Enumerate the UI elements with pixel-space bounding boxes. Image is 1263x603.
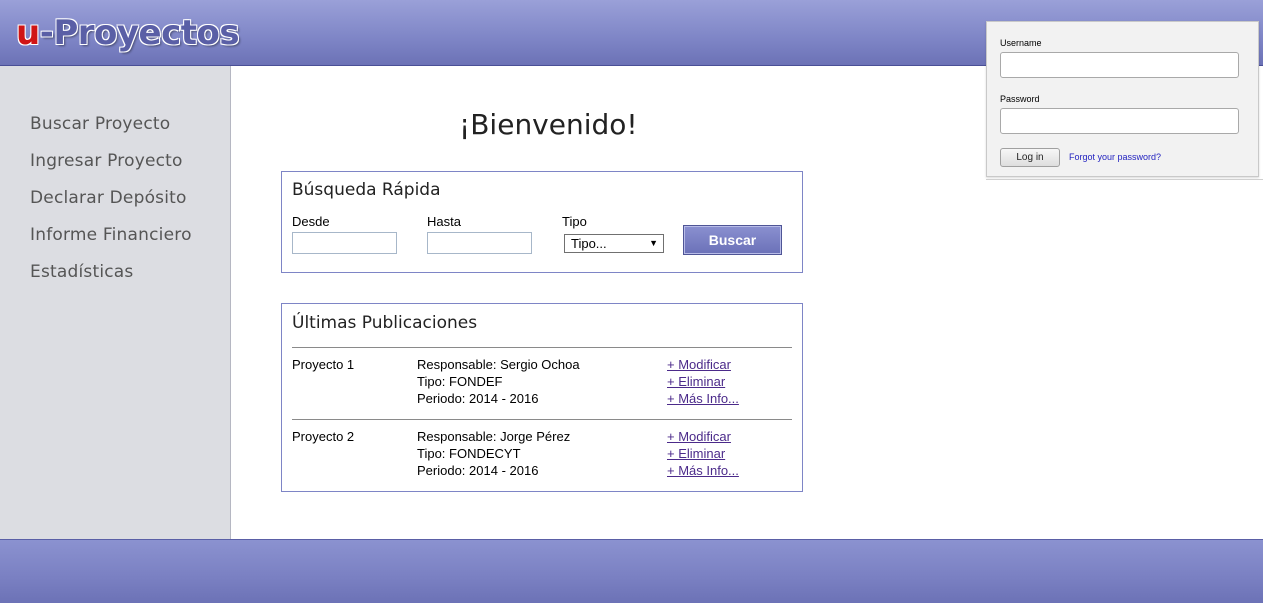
tipo-select-value: Tipo... <box>571 236 607 251</box>
logo-text: -Proyectos <box>39 13 240 53</box>
sidebar-item-ingresar-proyecto[interactable]: Ingresar Proyecto <box>30 151 183 171</box>
divider <box>292 419 792 420</box>
publication-responsable: Responsable: Sergio Ochoa <box>417 357 580 372</box>
publication-tipo: Tipo: FONDEF <box>417 374 503 389</box>
mas-info-link[interactable]: + Más Info... <box>667 463 739 478</box>
password-label: Password <box>1000 94 1040 104</box>
desde-input[interactable] <box>292 232 397 254</box>
sidebar-item-informe-financiero[interactable]: Informe Financiero <box>30 225 192 245</box>
divider <box>292 347 792 348</box>
publication-tipo: Tipo: FONDECYT <box>417 446 521 461</box>
publications-panel: Últimas Publicaciones Proyecto 1 Respons… <box>281 303 803 492</box>
logo-u: u <box>16 13 40 53</box>
dropdown-arrow-icon: ▼ <box>649 238 658 248</box>
hasta-input[interactable] <box>427 232 532 254</box>
eliminar-link[interactable]: + Eliminar <box>667 374 725 389</box>
username-label: Username <box>1000 38 1042 48</box>
quick-search-title: Búsqueda Rápida <box>292 180 441 200</box>
tipo-select[interactable]: Tipo... ▼ <box>564 234 664 253</box>
modificar-link[interactable]: + Modificar <box>667 357 731 372</box>
publication-responsable: Responsable: Jorge Pérez <box>417 429 571 444</box>
page-title: ¡Bienvenido! <box>459 108 638 141</box>
login-divider <box>986 179 1263 180</box>
hasta-label: Hasta <box>427 214 461 229</box>
eliminar-link[interactable]: + Eliminar <box>667 446 725 461</box>
modificar-link[interactable]: + Modificar <box>667 429 731 444</box>
tipo-label: Tipo <box>562 214 587 229</box>
login-dropdown: Username Password Log in Forgot your pas… <box>986 21 1259 177</box>
mas-info-link[interactable]: + Más Info... <box>667 391 739 406</box>
footer-bar <box>0 539 1263 603</box>
publication-periodo: Periodo: 2014 - 2016 <box>417 391 539 406</box>
desde-label: Desde <box>292 214 330 229</box>
publications-title: Últimas Publicaciones <box>292 313 478 333</box>
password-input[interactable] <box>1000 108 1239 134</box>
publication-name: Proyecto 2 <box>292 429 355 444</box>
username-input[interactable] <box>1000 52 1239 78</box>
publication-periodo: Periodo: 2014 - 2016 <box>417 463 539 478</box>
login-button[interactable]: Log in <box>1000 148 1060 167</box>
sidebar-item-estadisticas[interactable]: Estadísticas <box>30 262 133 282</box>
forgot-password-link[interactable]: Forgot your password? <box>1069 152 1161 162</box>
quick-search-panel: Búsqueda Rápida Desde Hasta Tipo Tipo...… <box>281 171 803 273</box>
app-logo[interactable]: u-Proyectos <box>16 13 240 53</box>
buscar-button[interactable]: Buscar <box>683 225 782 255</box>
sidebar: Buscar Proyecto Ingresar Proyecto Declar… <box>0 66 231 539</box>
publication-name: Proyecto 1 <box>292 357 355 372</box>
sidebar-item-buscar-proyecto[interactable]: Buscar Proyecto <box>30 114 170 134</box>
sidebar-item-declarar-deposito[interactable]: Declarar Depósito <box>30 188 187 208</box>
